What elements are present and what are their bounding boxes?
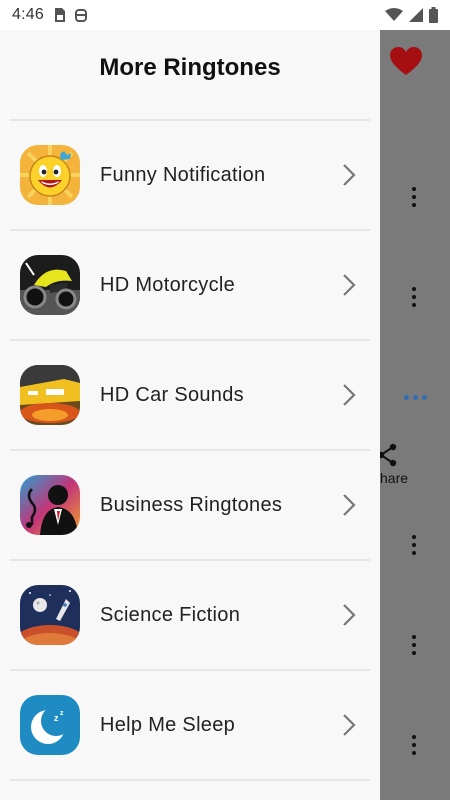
share-label: hare	[380, 470, 409, 486]
notification-bot-icon	[74, 9, 87, 22]
status-time: 4:46	[12, 6, 44, 23]
divider	[10, 779, 370, 781]
ringtone-item-label: Business Ringtones	[100, 493, 283, 516]
chevron-right-icon	[343, 274, 356, 296]
navigation-drawer: More Ringtones Funny Notification HD Mot…	[0, 30, 380, 800]
ringtone-item-hd-motorcycle[interactable]: HD Motorcycle	[10, 231, 370, 339]
status-bar: 4:46	[0, 0, 450, 30]
more-options-icon	[408, 287, 420, 307]
car-icon	[20, 365, 80, 425]
more-options-icon	[408, 735, 420, 755]
chevron-right-icon	[343, 604, 356, 626]
ringtone-item-hd-car-sounds[interactable]: HD Car Sounds	[10, 341, 370, 449]
svg-text:z: z	[54, 713, 59, 723]
battery-icon	[429, 7, 438, 23]
rocket-planet-icon	[20, 585, 80, 645]
signal-icon	[409, 8, 423, 22]
ringtone-item-business-ringtones[interactable]: Business Ringtones	[10, 451, 370, 559]
ringtone-item-label: Science Fiction	[100, 603, 241, 626]
business-music-icon	[20, 475, 80, 535]
chevron-right-icon	[343, 714, 356, 736]
chevron-right-icon	[343, 164, 356, 186]
ringtone-item-funny-notification[interactable]: Funny Notification	[10, 121, 370, 229]
wifi-icon	[385, 8, 403, 21]
ringtone-item-science-fiction[interactable]: Science Fiction	[10, 561, 370, 669]
ringtone-item-label: HD Car Sounds	[100, 383, 244, 406]
more-horizontal-icon	[404, 395, 427, 400]
chevron-right-icon	[343, 384, 356, 406]
more-options-icon	[408, 187, 420, 207]
ringtone-item-label: HD Motorcycle	[100, 273, 236, 296]
ringtone-item-label: Funny Notification	[100, 163, 266, 186]
smiley-face-icon	[20, 145, 80, 205]
motorcycle-icon	[20, 255, 80, 315]
chevron-right-icon	[343, 494, 356, 516]
svg-text:z: z	[60, 710, 64, 717]
more-options-icon	[408, 635, 420, 655]
ringtone-item-label: Help Me Sleep	[100, 713, 236, 736]
more-options-icon	[408, 535, 420, 555]
heart-icon	[390, 47, 422, 75]
drawer-title: More Ringtones	[99, 54, 281, 81]
ringtone-item-help-me-sleep[interactable]: z z Help Me Sleep	[10, 671, 370, 779]
moon-sleep-icon: z z	[20, 695, 80, 755]
sim-card-icon	[54, 8, 65, 22]
